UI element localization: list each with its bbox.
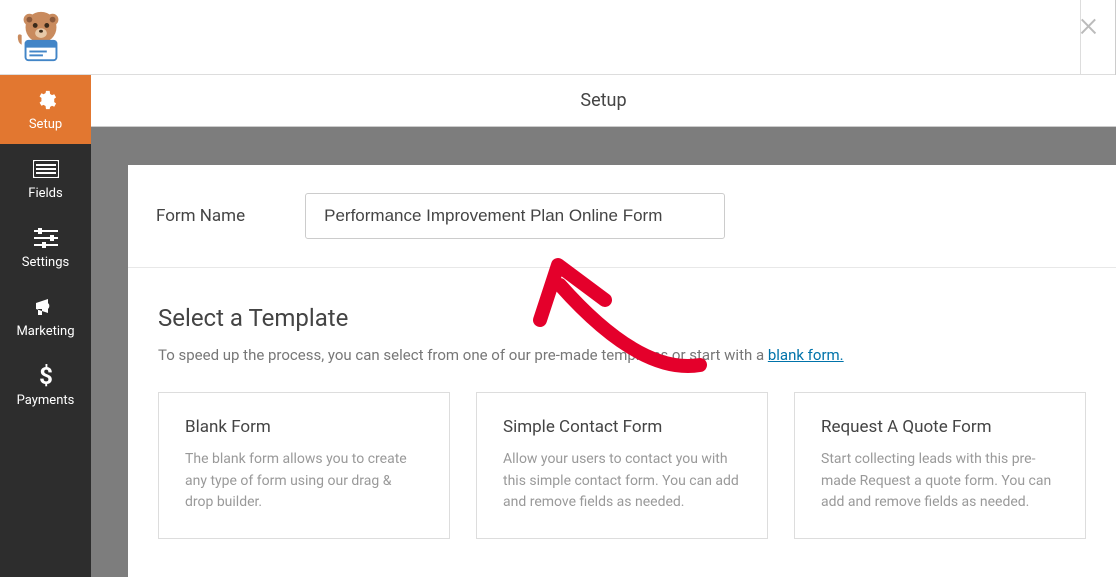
templates-desc-text: To speed up the process, you can select … [158, 346, 768, 364]
form-name-input[interactable] [305, 193, 725, 239]
template-card-request-quote[interactable]: Request A Quote Form Start collecting le… [794, 392, 1086, 539]
page-title: Setup [91, 75, 1116, 127]
list-icon [33, 158, 59, 180]
sidebar-item-marketing[interactable]: Marketing [0, 282, 91, 351]
bullhorn-icon [33, 296, 59, 318]
templates-section: Select a Template To speed up the proces… [128, 268, 1116, 539]
sidebar-label-settings: Settings [22, 255, 69, 270]
card-desc: Allow your users to contact you with thi… [503, 449, 741, 514]
logo [12, 8, 70, 66]
main-wrap: Setup Fields Settings Marketing $ Paymen… [0, 75, 1116, 577]
form-name-row: Form Name [128, 165, 1116, 268]
sidebar-label-payments: Payments [17, 393, 75, 408]
sidebar-label-fields: Fields [28, 186, 62, 201]
sidebar-label-marketing: Marketing [16, 324, 74, 339]
sidebar-item-settings[interactable]: Settings [0, 213, 91, 282]
topbar [0, 0, 1116, 75]
close-icon[interactable]: × [1079, 6, 1098, 42]
dollar-icon: $ [33, 365, 59, 387]
templates-desc: To speed up the process, you can select … [158, 346, 1086, 364]
card-desc: The blank form allows you to create any … [185, 449, 423, 514]
sidebar-item-fields[interactable]: Fields [0, 144, 91, 213]
svg-text:$: $ [39, 364, 53, 388]
sidebar: Setup Fields Settings Marketing $ Paymen… [0, 75, 91, 577]
template-card-blank[interactable]: Blank Form The blank form allows you to … [158, 392, 450, 539]
sidebar-item-setup[interactable]: Setup [0, 75, 91, 144]
form-name-label: Form Name [156, 206, 245, 226]
card-title: Blank Form [185, 417, 423, 437]
template-grid: Blank Form The blank form allows you to … [158, 392, 1086, 539]
sliders-icon [33, 227, 59, 249]
sidebar-label-setup: Setup [29, 117, 62, 132]
template-card-simple-contact[interactable]: Simple Contact Form Allow your users to … [476, 392, 768, 539]
setup-panel: Form Name Select a Template To speed up … [128, 165, 1116, 577]
sidebar-item-payments[interactable]: $ Payments [0, 351, 91, 420]
content-area: Setup Form Name Select a Template To spe… [91, 75, 1116, 577]
card-title: Simple Contact Form [503, 417, 741, 437]
card-desc: Start collecting leads with this pre-mad… [821, 449, 1059, 514]
card-title: Request A Quote Form [821, 417, 1059, 437]
blank-form-link[interactable]: blank form. [768, 346, 844, 364]
gear-icon [33, 89, 59, 111]
templates-title: Select a Template [158, 304, 1086, 332]
